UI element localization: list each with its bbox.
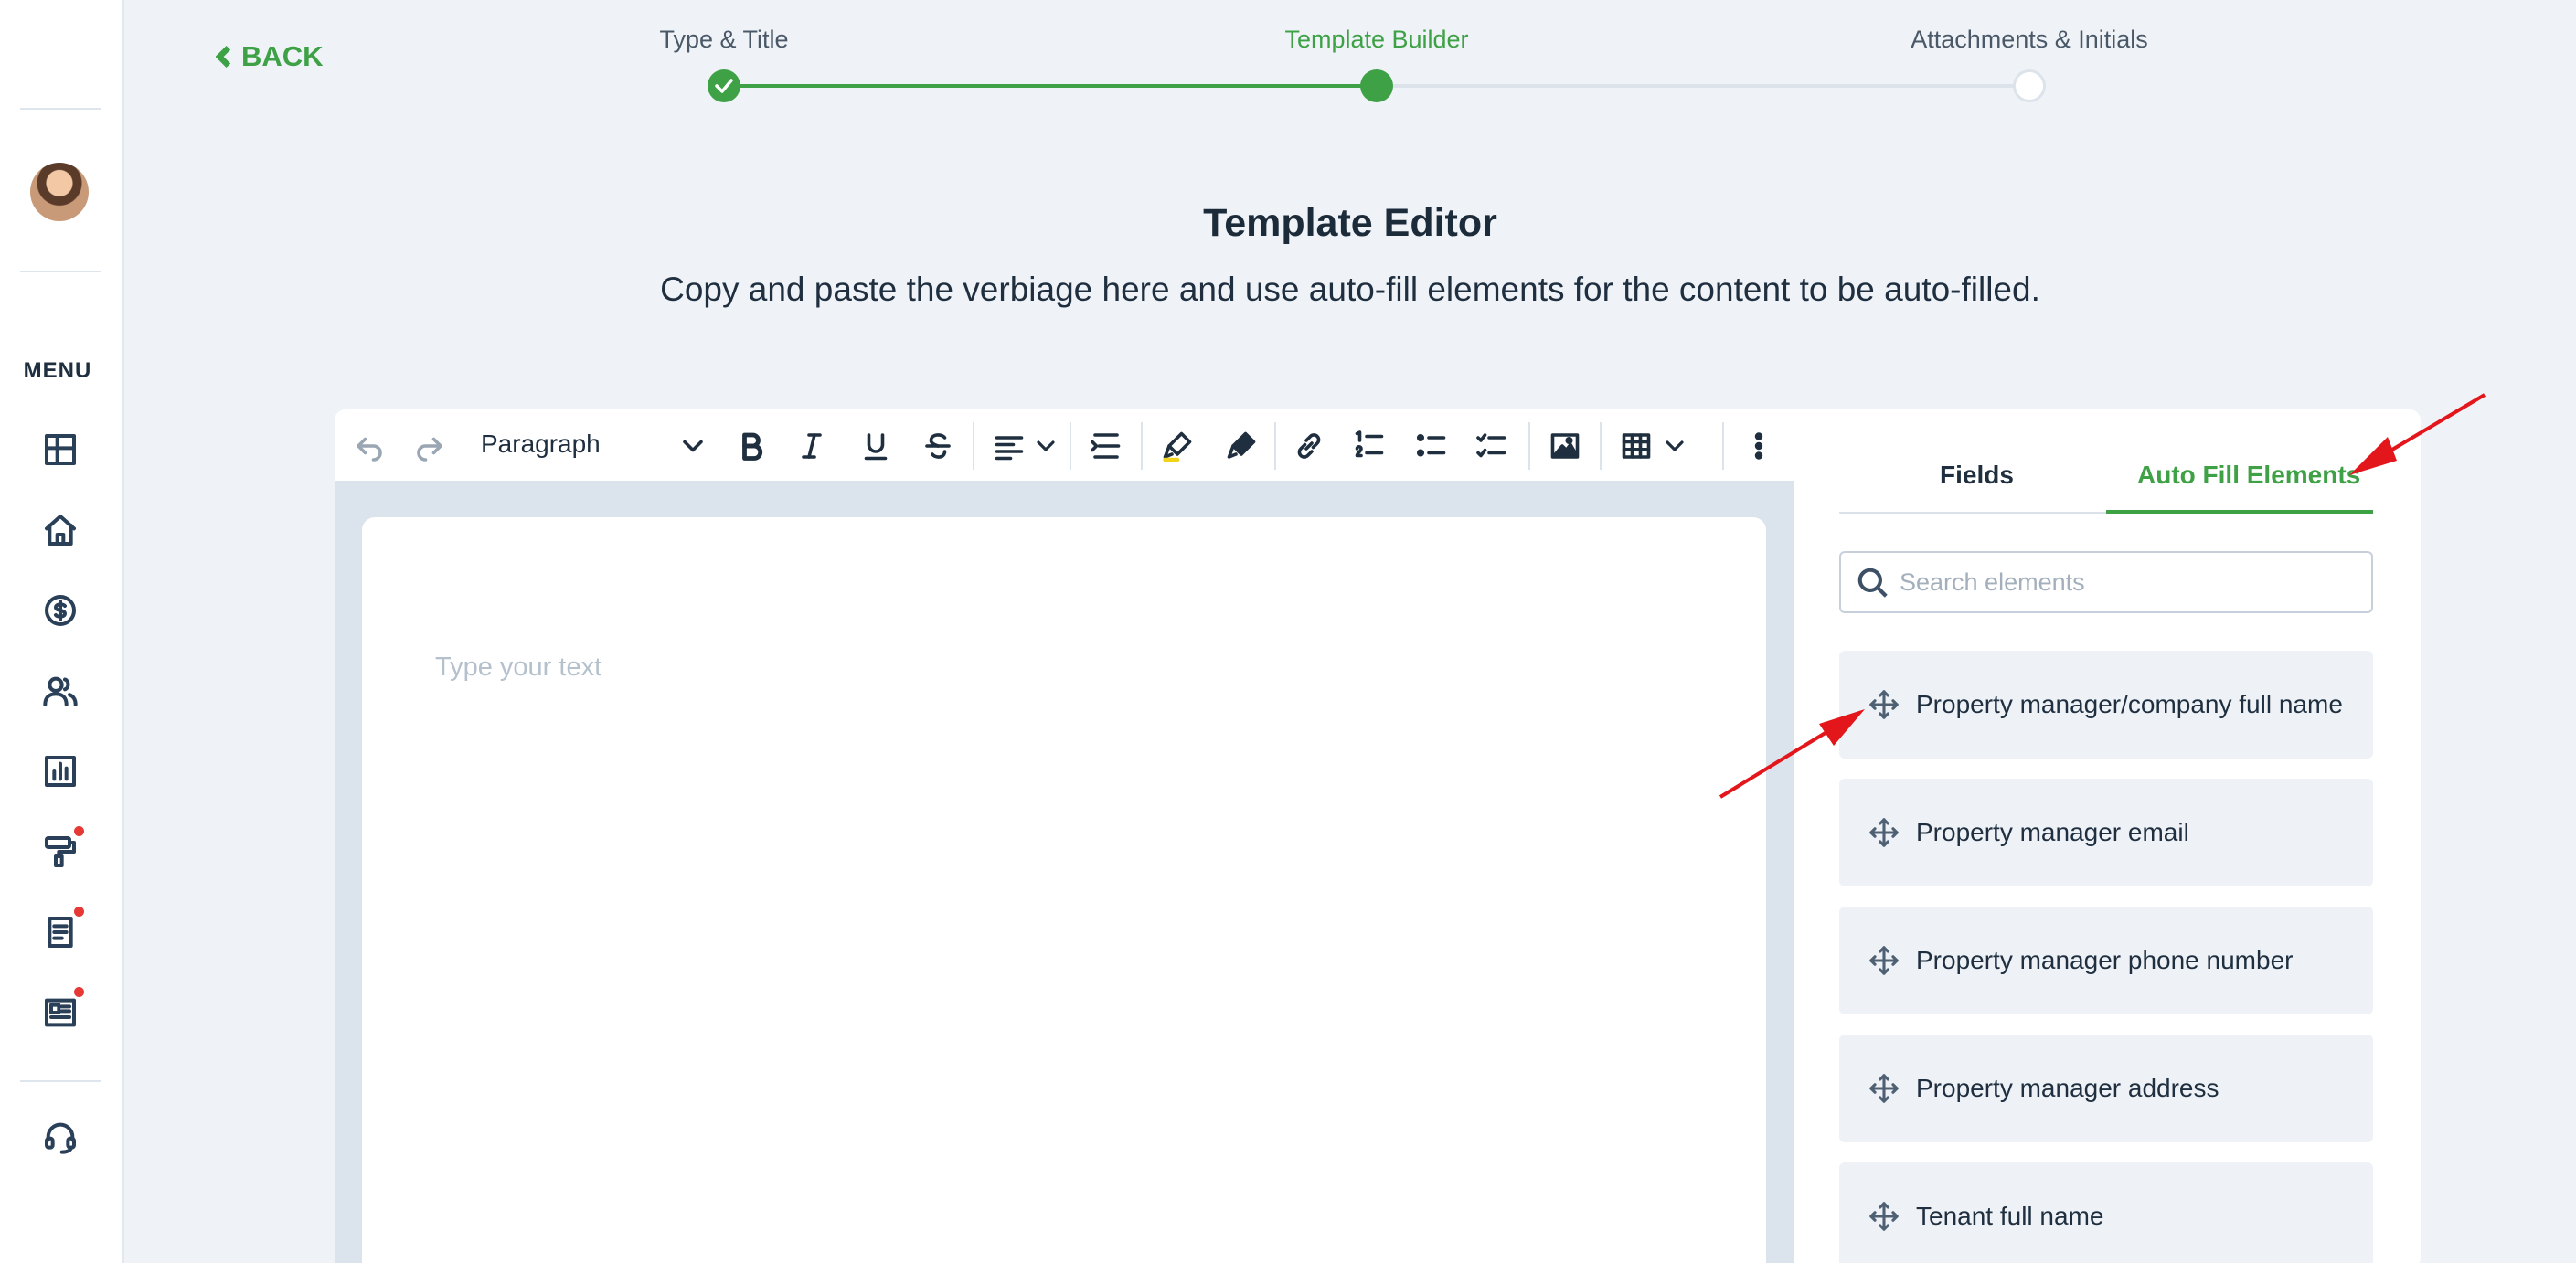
align-left-icon[interactable] bbox=[991, 428, 1027, 464]
notification-dot bbox=[74, 826, 84, 836]
checklist-icon[interactable] bbox=[1474, 428, 1510, 464]
numbered-list-icon[interactable] bbox=[1351, 428, 1388, 464]
element-label: Property manager phone number bbox=[1916, 946, 2294, 974]
newspaper-icon[interactable] bbox=[40, 987, 84, 1033]
toolbar-divider bbox=[1141, 422, 1143, 470]
auto-fill-element[interactable]: Tenant full name bbox=[1839, 1162, 2373, 1263]
search-elements-input[interactable]: Search elements bbox=[1839, 551, 2373, 613]
editor-text-area[interactable] bbox=[362, 517, 1766, 1263]
active-tab-indicator bbox=[2106, 510, 2373, 514]
eraser-icon[interactable] bbox=[1223, 428, 1260, 464]
element-label: Property manager email bbox=[1916, 818, 2189, 846]
step-complete-check-icon bbox=[708, 69, 740, 102]
step-pending-node bbox=[2013, 69, 2046, 102]
link-icon[interactable] bbox=[1291, 428, 1327, 464]
chevron-down-icon[interactable] bbox=[1660, 428, 1689, 464]
chevron-down-icon[interactable] bbox=[675, 428, 711, 464]
tab-auto-fill-elements[interactable]: Auto Fill Elements bbox=[2137, 461, 2360, 490]
element-label: Property manager address bbox=[1916, 1074, 2219, 1102]
step-label-template-builder: Template Builder bbox=[1284, 26, 1469, 53]
step-active-node bbox=[1360, 69, 1393, 102]
chevron-left-icon bbox=[216, 45, 231, 69]
bold-icon[interactable] bbox=[733, 428, 770, 464]
italic-icon[interactable] bbox=[793, 428, 830, 464]
block-style-select[interactable]: Paragraph bbox=[481, 430, 601, 459]
page-subtitle: Copy and paste the verbiage here and use… bbox=[660, 271, 2040, 308]
back-button[interactable]: BACK bbox=[216, 40, 324, 73]
drag-move-icon[interactable] bbox=[1868, 1073, 1900, 1104]
back-label: BACK bbox=[241, 40, 324, 72]
home-icon[interactable] bbox=[40, 510, 80, 550]
redo-icon[interactable] bbox=[411, 428, 448, 464]
table-icon[interactable] bbox=[1618, 428, 1655, 464]
sidebar-divider bbox=[20, 1080, 101, 1082]
image-icon[interactable] bbox=[1547, 428, 1583, 464]
page-title: Template Editor bbox=[1203, 201, 1497, 245]
toolbar-divider bbox=[973, 422, 974, 470]
step-line-pending bbox=[1377, 84, 2029, 88]
paint-roller-icon[interactable] bbox=[40, 826, 84, 872]
toolbar-divider bbox=[1722, 422, 1724, 470]
dollar-icon[interactable] bbox=[40, 590, 80, 631]
auto-fill-element[interactable]: Property manager address bbox=[1839, 1035, 2373, 1142]
drag-move-icon[interactable] bbox=[1868, 689, 1900, 720]
editor-placeholder: Type your text bbox=[435, 653, 602, 682]
document-icon[interactable] bbox=[40, 907, 84, 952]
highlighter-icon[interactable] bbox=[1159, 428, 1196, 464]
auto-fill-element[interactable]: Property manager email bbox=[1839, 779, 2373, 886]
drag-move-icon[interactable] bbox=[1868, 945, 1900, 976]
step-label-attachments-initials: Attachments & Initials bbox=[1911, 26, 2148, 53]
auto-fill-element[interactable]: Property manager phone number bbox=[1839, 907, 2373, 1014]
step-label-type-title: Type & Title bbox=[659, 26, 789, 53]
element-label: Property manager/company full name bbox=[1916, 690, 2343, 718]
sidebar-divider bbox=[20, 108, 101, 110]
toolbar-divider bbox=[1274, 422, 1276, 470]
step-line-complete bbox=[724, 84, 1377, 88]
sidebar: MENU bbox=[0, 0, 124, 1263]
drag-move-icon[interactable] bbox=[1868, 817, 1900, 848]
notification-dot bbox=[74, 907, 84, 917]
headset-icon[interactable] bbox=[40, 1117, 80, 1157]
notification-dot bbox=[74, 987, 84, 997]
page-break-icon[interactable] bbox=[1088, 428, 1124, 464]
auto-fill-element[interactable]: Property manager/company full name bbox=[1839, 651, 2373, 759]
users-icon[interactable] bbox=[40, 671, 80, 711]
strikethrough-icon[interactable] bbox=[920, 428, 956, 464]
more-vertical-icon[interactable] bbox=[1740, 428, 1777, 464]
toolbar-divider bbox=[1528, 422, 1530, 470]
undo-icon[interactable] bbox=[351, 428, 388, 464]
bullet-list-icon[interactable] bbox=[1413, 428, 1450, 464]
search-icon bbox=[1857, 568, 1888, 598]
element-label: Tenant full name bbox=[1916, 1202, 2104, 1230]
tab-fields[interactable]: Fields bbox=[1940, 461, 2014, 490]
toolbar-divider bbox=[1070, 422, 1071, 470]
chevron-down-icon[interactable] bbox=[1031, 428, 1060, 464]
dashboard-icon[interactable] bbox=[40, 430, 80, 470]
drag-move-icon[interactable] bbox=[1868, 1201, 1900, 1232]
toolbar-divider bbox=[1600, 422, 1602, 470]
underline-icon[interactable] bbox=[857, 428, 894, 464]
chart-icon[interactable] bbox=[40, 751, 80, 791]
menu-label: MENU bbox=[23, 358, 92, 383]
